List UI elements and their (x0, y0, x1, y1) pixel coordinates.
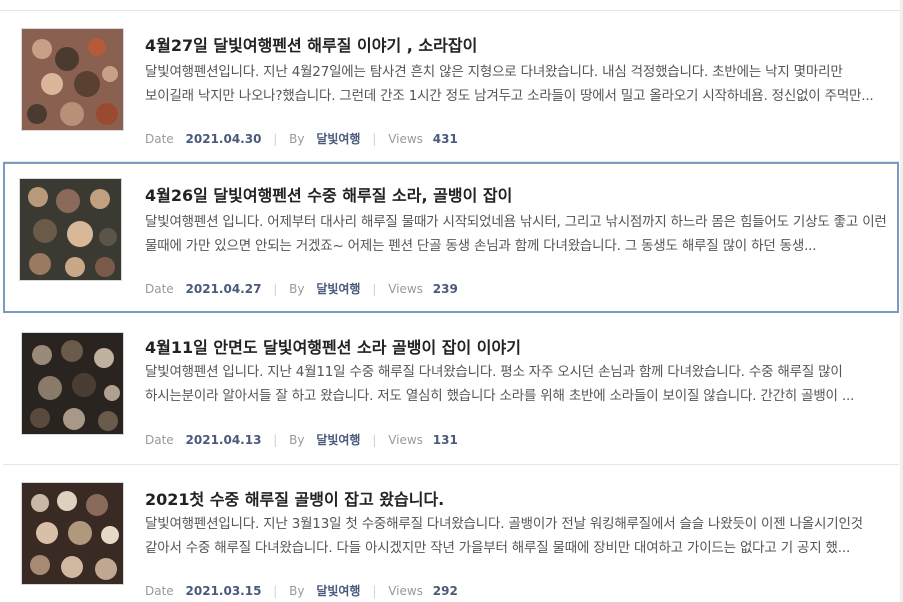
shells-image (20, 179, 121, 280)
post-date: 2021.04.13 (185, 433, 262, 447)
meta-separator: | (273, 282, 278, 296)
post-item[interactable]: 2021첫 수중 해루질 골뱅이 잡고 왔습니다. 달빛여행펜션입니다. 지난 … (3, 466, 899, 602)
post-meta: Date 2021.03.15 | By 달빛여행 | Views 292 (145, 582, 458, 599)
meta-separator: | (372, 433, 377, 447)
post-meta: Date 2021.04.13 | By 달빛여행 | Views 131 (145, 431, 458, 448)
post-item[interactable]: 4월27일 달빛여행펜션 해루질 이야기 , 소라잡이 달빛여행펜션입니다. 지… (3, 12, 899, 162)
post-excerpt[interactable]: 달빛여행펜션입니다. 지난 4월27일에는 탐사견 흔치 않은 지형으로 다녀왔… (145, 60, 891, 108)
post-thumbnail[interactable] (21, 482, 124, 585)
meta-separator: | (372, 584, 377, 598)
meta-separator: | (372, 132, 377, 146)
post-views: 239 (432, 282, 458, 296)
post-author[interactable]: 달빛여행 (316, 433, 360, 447)
by-label: By (289, 282, 305, 296)
views-label: Views (388, 132, 423, 146)
post-item[interactable]: 4월11일 안면도 달빛여행펜션 소라 골뱅이 잡이 이야기 달빛여행펜션 입니… (3, 316, 899, 464)
post-thumbnail[interactable] (21, 28, 124, 131)
shells-image (22, 29, 123, 130)
post-author[interactable]: 달빛여행 (316, 584, 360, 598)
meta-separator: | (273, 584, 278, 598)
post-meta: Date 2021.04.30 | By 달빛여행 | Views 431 (145, 130, 458, 147)
post-title[interactable]: 2021첫 수중 해루질 골뱅이 잡고 왔습니다. (145, 486, 444, 510)
views-label: Views (388, 584, 423, 598)
post-divider (3, 464, 899, 465)
post-excerpt[interactable]: 달빛여행펜션 입니다. 지난 4월11일 수중 해루질 다녀왔습니다. 평소 자… (145, 360, 891, 408)
post-views: 131 (432, 433, 458, 447)
date-label: Date (145, 132, 174, 146)
post-date: 2021.04.30 (185, 132, 262, 146)
post-title[interactable]: 4월27일 달빛여행펜션 해루질 이야기 , 소라잡이 (145, 32, 477, 56)
date-label: Date (145, 282, 174, 296)
meta-separator: | (273, 433, 278, 447)
post-views: 431 (432, 132, 458, 146)
by-label: By (289, 132, 305, 146)
by-label: By (289, 584, 305, 598)
views-label: Views (388, 282, 423, 296)
date-label: Date (145, 433, 174, 447)
meta-separator: | (273, 132, 278, 146)
post-thumbnail[interactable] (19, 178, 122, 281)
post-list: 4월27일 달빛여행펜션 해루질 이야기 , 소라잡이 달빛여행펜션입니다. 지… (0, 0, 903, 602)
post-date: 2021.03.15 (185, 584, 262, 598)
by-label: By (289, 433, 305, 447)
views-label: Views (388, 433, 423, 447)
post-views: 292 (432, 584, 458, 598)
post-meta: Date 2021.04.27 | By 달빛여행 | Views 239 (145, 280, 458, 297)
meta-separator: | (372, 282, 377, 296)
post-excerpt[interactable]: 달빛여행펜션입니다. 지난 3월13일 첫 수중해루질 다녀왔습니다. 골뱅이가… (145, 512, 891, 560)
post-excerpt[interactable]: 달빛여행펜션 입니다. 어제부터 대사리 해루질 물때가 시작되었네욤 낚시터,… (145, 210, 891, 258)
top-divider (0, 10, 903, 11)
date-label: Date (145, 584, 174, 598)
shells-image (22, 483, 123, 584)
post-title[interactable]: 4월26일 달빛여행펜션 수중 해루질 소라, 골뱅이 잡이 (145, 182, 512, 206)
post-author[interactable]: 달빛여행 (316, 132, 360, 146)
post-date: 2021.04.27 (185, 282, 262, 296)
post-thumbnail[interactable] (21, 332, 124, 435)
post-item[interactable]: 4월26일 달빛여행펜션 수중 해루질 소라, 골뱅이 잡이 달빛여행펜션 입니… (3, 162, 899, 313)
shells-image (22, 333, 123, 434)
post-title[interactable]: 4월11일 안면도 달빛여행펜션 소라 골뱅이 잡이 이야기 (145, 334, 521, 358)
post-author[interactable]: 달빛여행 (316, 282, 360, 296)
